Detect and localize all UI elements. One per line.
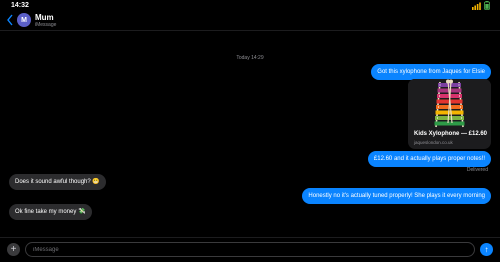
message-bubble-outgoing[interactable]: Honestly no it's actually tuned properly… bbox=[302, 188, 491, 204]
message-input[interactable] bbox=[25, 242, 475, 257]
message-bubble-incoming[interactable]: Ok fine take my money 💸 bbox=[9, 204, 92, 220]
link-preview-url: jaqueslondon.co.uk bbox=[414, 140, 453, 145]
status-icons bbox=[472, 1, 490, 10]
conversation-header: M Mum iMessage bbox=[0, 12, 500, 31]
wifi-icon bbox=[472, 2, 481, 10]
status-time: 14:32 bbox=[11, 2, 29, 9]
message-composer: + ↑ bbox=[0, 237, 500, 262]
contact-avatar[interactable]: M bbox=[17, 13, 31, 27]
xylophone-image bbox=[408, 79, 491, 129]
contact-name[interactable]: Mum bbox=[35, 13, 54, 22]
status-bar: 14:32 bbox=[0, 0, 500, 12]
contact-subtitle: iMessage bbox=[35, 22, 57, 28]
link-preview-title: Kids Xylophone — £12.60 bbox=[414, 131, 488, 137]
plus-button[interactable]: + bbox=[7, 243, 20, 256]
battery-icon bbox=[484, 1, 490, 10]
thread-timestamp: Today 14:29 bbox=[236, 55, 264, 61]
back-chevron-icon[interactable] bbox=[6, 14, 14, 26]
send-button[interactable]: ↑ bbox=[480, 243, 493, 256]
link-preview-card[interactable]: Kids Xylophone — £12.60 jaqueslondon.co.… bbox=[408, 79, 491, 149]
delivered-status: Delivered bbox=[466, 167, 488, 173]
message-bubble-incoming[interactable]: Does it sound awful though? 😬 bbox=[9, 174, 106, 190]
message-bubble-outgoing[interactable]: £12.60 and it actually plays proper note… bbox=[367, 151, 491, 167]
message-bubble-outgoing[interactable]: Got this xylophone from Jaques for Elsie bbox=[371, 64, 491, 80]
